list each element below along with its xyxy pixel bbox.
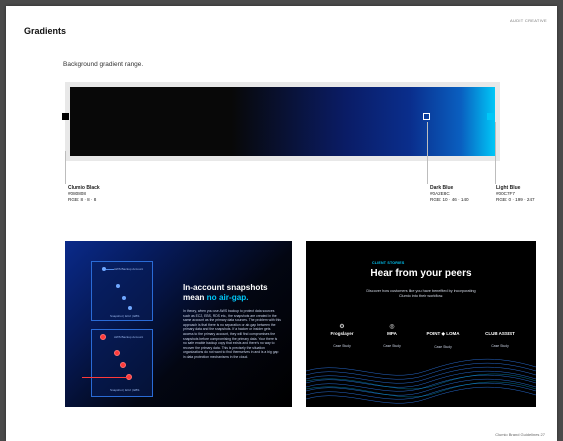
ec2-node — [116, 284, 120, 288]
page-footer: Clumio Brand Guidelines 27 — [495, 432, 545, 437]
section-tag: AUDIT CREATIVE — [510, 18, 547, 23]
logo-name: MPA — [387, 331, 397, 336]
logo-name: CLUB ASSIST — [485, 331, 515, 336]
example-card-air-gap: AWS Backup Account Snapshot | EC2 | EBS … — [65, 241, 292, 407]
swatch-rgb: RGB: 10 · 46 · 140 — [430, 197, 469, 202]
wave-lines-graphic — [306, 358, 536, 404]
breach-line — [82, 377, 128, 378]
guide-line-dark-blue — [427, 122, 428, 184]
guide-line-light-blue — [495, 122, 496, 184]
swatch-label-dark-blue: Dark Blue #0A2E8C RGB: 10 · 46 · 140 — [430, 185, 469, 203]
logo-mark — [474, 323, 526, 331]
rds-node — [128, 306, 132, 310]
example-card-peers: CLIENT STORIES Hear from your peers Disc… — [306, 241, 536, 407]
alert-node — [100, 334, 106, 340]
swatch-rgb: RGB: 8 · 8 · 8 — [68, 197, 97, 202]
heading-accent: no air-gap. — [206, 293, 249, 302]
guide-line-black — [65, 151, 66, 184]
card-heading: In-account snapshots mean no air-gap. — [183, 283, 283, 303]
diagram-panel-top: AWS Backup Account Snapshot | EC2 | EBS — [91, 261, 153, 321]
mpa-emblem-icon: ◎ — [389, 324, 395, 330]
frog-icon: ⚙ — [339, 324, 345, 330]
guideline-page: AUDIT CREATIVE Gradients Background grad… — [6, 6, 557, 441]
diagram-panel-title: AWS Backup Account — [114, 335, 144, 339]
gradient-range-bar — [65, 82, 500, 161]
gradient-stop-black — [62, 113, 69, 120]
alert-node — [120, 362, 126, 368]
diagram-panel-footer: Snapshot | EC2 | EBS — [110, 314, 140, 318]
gradient-stop-light-blue — [487, 113, 494, 120]
page-subtitle: Background gradient range. — [63, 61, 144, 68]
card-body: In theory, when you use AWS backup to pr… — [183, 309, 281, 359]
swatch-rgb: RGB: 0 · 199 · 247 — [496, 197, 535, 202]
page-title: Gradients — [24, 26, 67, 36]
alert-node — [114, 350, 120, 356]
card-subtext: Discover how customers like you have ben… — [366, 289, 476, 298]
card-eyebrow: CLIENT STORIES — [372, 261, 405, 265]
logo-name: Frogslayer — [330, 331, 354, 336]
logo-mark — [418, 323, 468, 331]
connector — [106, 269, 114, 270]
swatch-label-light-blue: Light Blue #00C7F7 RGB: 0 · 199 · 247 — [496, 185, 535, 203]
gradient-stop-dark-blue — [423, 113, 430, 120]
diagram-panel-title: AWS Backup Account — [114, 267, 144, 271]
card-heading: Hear from your peers — [370, 268, 472, 279]
diagram-panel-footer: Snapshot | EC2 | EBS — [110, 388, 140, 392]
swatch-label-black: Clumio Black #080808 RGB: 8 · 8 · 8 — [68, 185, 100, 203]
logo-name: POINT ◆ LOMA — [426, 331, 460, 336]
diagram-panel-bottom: AWS Backup Account Snapshot | EC2 | EBS — [82, 329, 153, 397]
ebs-node — [122, 296, 126, 300]
